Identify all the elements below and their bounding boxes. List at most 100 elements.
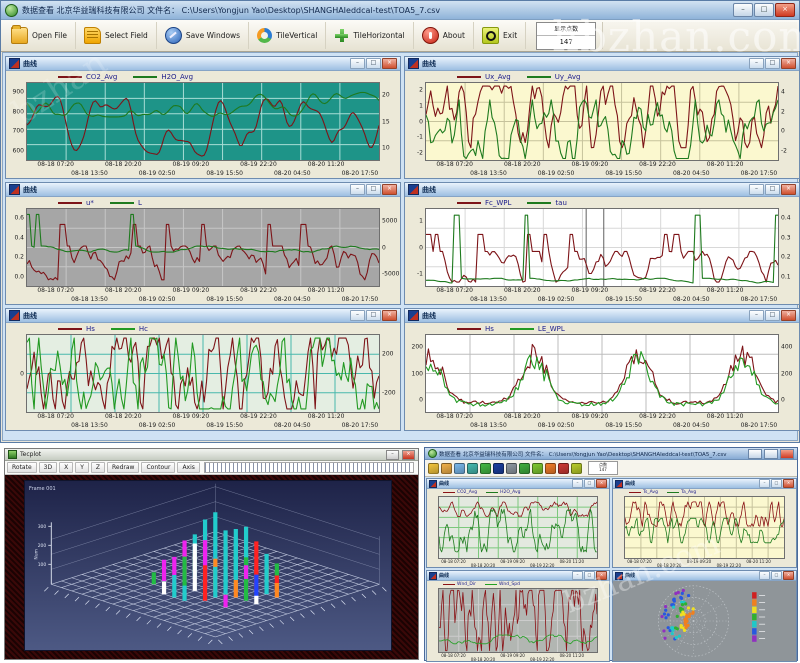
maximize-button[interactable]: □	[765, 184, 780, 195]
chart-window-titlebar[interactable]: 曲线–□×	[6, 183, 400, 197]
close-button[interactable]: ×	[775, 3, 795, 17]
main-titlebar[interactable]: 数据查看 北京华益瑞科技有限公司 文件名： C:\Users\Yongjun Y…	[1, 1, 799, 20]
minimize-button[interactable]: –	[350, 184, 365, 195]
close-button[interactable]: ×	[382, 310, 397, 321]
close-button[interactable]: ×	[402, 450, 415, 460]
y-tick-label: -1	[417, 134, 423, 141]
x-tick-label: 08-19 09:20	[572, 161, 609, 168]
chart-icon[interactable]	[532, 463, 543, 474]
maximize-button[interactable]: □	[765, 58, 780, 69]
close-button[interactable]: ×	[783, 479, 794, 488]
tile-vertical-button[interactable]: TileVertical	[249, 22, 326, 49]
close-button[interactable]: ×	[382, 184, 397, 195]
minimize-button[interactable]: –	[350, 58, 365, 69]
close-button[interactable]: ×	[783, 571, 794, 580]
chart-legend: CO2_AvgH2O_Avg	[6, 71, 400, 82]
sphere-icon[interactable]	[493, 463, 504, 474]
scale-ruler[interactable]	[204, 462, 414, 473]
close-button[interactable]: ×	[781, 310, 796, 321]
menu-item-y[interactable]: Y	[75, 462, 89, 473]
chart-window-titlebar[interactable]: 曲线–□×	[427, 479, 609, 489]
open-file-button[interactable]: Open File	[3, 22, 76, 49]
chart-window-titlebar[interactable]: 曲线–□×	[6, 57, 400, 71]
chart-window-titlebar[interactable]: 曲线–□×	[613, 571, 796, 581]
chart-window-titlebar[interactable]: 曲线–□×	[613, 479, 796, 489]
chart-legend: Ux_AvgUy_Avg	[405, 71, 799, 82]
close-button[interactable]: ×	[781, 184, 796, 195]
minimize-button[interactable]: –	[749, 184, 764, 195]
maximize-button[interactable]: □	[366, 184, 381, 195]
legend-label: Hs	[485, 325, 494, 333]
select-field-icon[interactable]	[441, 463, 452, 474]
menu-item-redraw[interactable]: Redraw	[107, 462, 139, 473]
menu-item-contour[interactable]: Contour	[141, 462, 175, 473]
close-button[interactable]: ×	[596, 571, 607, 580]
close-button[interactable]	[780, 449, 794, 459]
small-chart-window-2[interactable]: 曲线–□×Ts_AvgTa_Avg08-18 07:2008-18 20:200…	[612, 478, 797, 568]
save-windows-button[interactable]: Save Windows	[157, 22, 249, 49]
chart-window-titlebar[interactable]: 曲线–□×	[405, 309, 799, 323]
minimize-button[interactable]	[748, 449, 762, 459]
minimize-button[interactable]: –	[350, 310, 365, 321]
check-icon[interactable]	[519, 463, 530, 474]
menu-item-x[interactable]: X	[59, 462, 73, 473]
minimize-button[interactable]: –	[386, 450, 399, 460]
minimize-button[interactable]: –	[572, 571, 583, 580]
minimize-button[interactable]: –	[759, 479, 770, 488]
maximize-button[interactable]: □	[366, 58, 381, 69]
save-icon[interactable]	[454, 463, 465, 474]
maximize-button[interactable]: □	[754, 3, 774, 17]
chart-window-co2-h2o[interactable]: 曲线–□×CO2_AvgH2O_Avg90080070060020151008-…	[5, 56, 401, 179]
chart-window-titlebar[interactable]: 曲线–□×	[405, 183, 799, 197]
close-button[interactable]: ×	[781, 58, 796, 69]
windrose-window[interactable]: 曲线–□×	[612, 570, 797, 662]
y-tick-label: 0.4	[14, 234, 24, 241]
minimize-button[interactable]: –	[749, 58, 764, 69]
about-button[interactable]: About	[414, 22, 474, 49]
plot3d-canvas[interactable]: 300200100NumFrame 001	[24, 480, 392, 651]
menu-item-axis[interactable]: Axis	[177, 462, 199, 473]
snapshot-icon[interactable]	[506, 463, 517, 474]
chart-window-hs-le[interactable]: 曲线–□×HsLE_WPL2001000400200008-18 07:2008…	[404, 308, 800, 431]
menu-item-rotate[interactable]: Rotate	[7, 462, 37, 473]
small-chart-window-3[interactable]: 曲线–□×Wnd_DirWnd_Spd08-18 07:2008-18 20:2…	[426, 570, 610, 662]
chart-window-ustar-l[interactable]: 曲线–□×u*L0.60.40.20.050000-500008-18 07:2…	[5, 182, 401, 305]
chart-window-hs-hc[interactable]: 曲线–□×HsHc0200-20008-18 07:2008-18 13:500…	[5, 308, 401, 431]
chart-window-titlebar[interactable]: 曲线–□×	[405, 57, 799, 71]
target-icon[interactable]	[545, 463, 556, 474]
menu-item-3d[interactable]: 3D	[39, 462, 57, 473]
chart-window-fc-tau[interactable]: 曲线–□×Fc_WPLtau10-10.40.30.20.108-18 07:2…	[404, 182, 800, 305]
menu-item-z[interactable]: Z	[91, 462, 105, 473]
select-field-button[interactable]: Select Field	[76, 22, 157, 49]
close-button[interactable]: ×	[382, 58, 397, 69]
y-axis-right	[598, 588, 607, 653]
minimize-button[interactable]: –	[759, 571, 770, 580]
maximize-button[interactable]	[764, 449, 778, 459]
exit-button[interactable]: Exit	[474, 22, 526, 49]
small-window-titlebar[interactable]: 数据查看 北京华益瑞科技有限公司 文件名： C:\Users\Yongjun Y…	[425, 448, 797, 460]
maximize-button[interactable]: □	[584, 479, 595, 488]
chart-window-titlebar[interactable]: 曲线–□×	[6, 309, 400, 323]
maximize-button[interactable]: □	[366, 310, 381, 321]
maximize-button[interactable]: □	[765, 310, 780, 321]
refresh-icon[interactable]	[467, 463, 478, 474]
close-button[interactable]: ×	[596, 479, 607, 488]
minimize-button[interactable]: –	[572, 479, 583, 488]
chart-window-titlebar[interactable]: 曲线–□×	[427, 571, 609, 581]
tile-horizontal-button[interactable]: TileHorizontal	[326, 22, 413, 49]
y-tick-label: 0	[20, 370, 24, 377]
minimize-button[interactable]: –	[733, 3, 753, 17]
small-chart-window-1[interactable]: 曲线–□×CO2_AvgH2O_Avg08-18 07:2008-18 20:2…	[426, 478, 610, 568]
maximize-button[interactable]: □	[771, 479, 782, 488]
legend-label: Uy_Avg	[555, 73, 581, 81]
tile-vertical-icon	[257, 28, 272, 43]
plot3d-titlebar[interactable]: Tecplot – ×	[5, 449, 418, 461]
tile-icon[interactable]	[480, 463, 491, 474]
maximize-button[interactable]: □	[771, 571, 782, 580]
shield-icon[interactable]	[558, 463, 569, 474]
exit-icon[interactable]	[571, 463, 582, 474]
chart-window-ux-uy[interactable]: 曲线–□×Ux_AvgUy_Avg210-1-2420-208-18 07:20…	[404, 56, 800, 179]
minimize-button[interactable]: –	[749, 310, 764, 321]
maximize-button[interactable]: □	[584, 571, 595, 580]
open-file-icon[interactable]	[428, 463, 439, 474]
